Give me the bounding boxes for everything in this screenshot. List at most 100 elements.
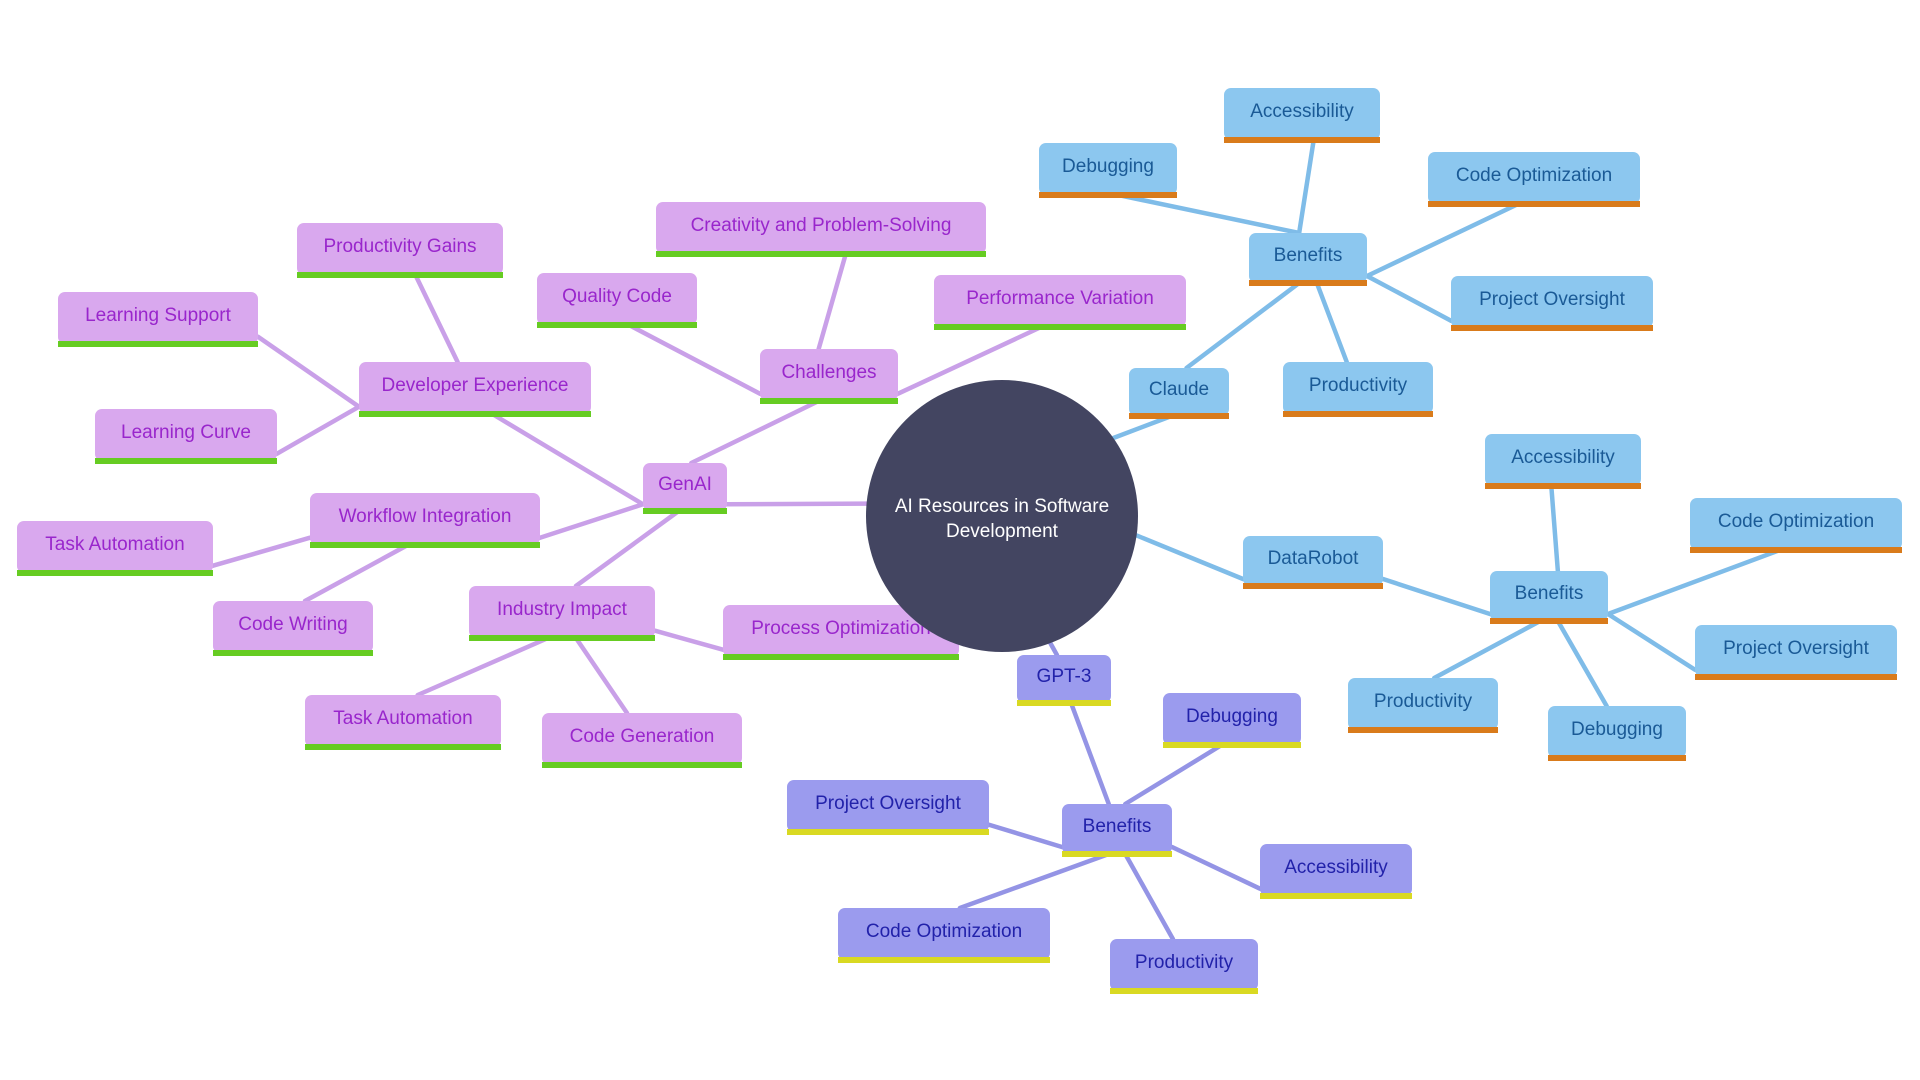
node-label: Accessibility: [1511, 447, 1615, 468]
node-underline: [1428, 201, 1640, 207]
node-label: GPT-3: [1037, 666, 1092, 687]
node-learn_curve[interactable]: Learning Curve: [95, 409, 277, 464]
node-creativity[interactable]: Creativity and Problem-Solving: [656, 202, 986, 257]
node-code_writing[interactable]: Code Writing: [213, 601, 373, 656]
edge-b_benefits-to-b_codeopt: [1364, 201, 1521, 279]
node-b_codeopt[interactable]: Code Optimization: [1428, 152, 1640, 207]
node-genai[interactable]: GenAI: [643, 463, 727, 514]
node-d_benefits[interactable]: Benefits: [1490, 571, 1608, 624]
mind-map-canvas: GenAI Developer Experience Productivity Ga…: [17, 88, 1902, 994]
node-underline: [1695, 674, 1897, 680]
node-label: Learning Support: [85, 305, 231, 326]
node-g_prod[interactable]: Productivity: [1110, 939, 1258, 994]
node-underline: [213, 650, 373, 656]
center-label-line-2: Development: [946, 521, 1059, 542]
node-g_access[interactable]: Accessibility: [1260, 844, 1412, 899]
edge-center-to-claude: [1111, 413, 1174, 441]
node-underline: [542, 762, 742, 768]
edge-genai-to-workflow: [537, 502, 646, 540]
node-underline: [1163, 742, 1301, 748]
node-label: Developer Experience: [382, 375, 569, 396]
node-label: Debugging: [1186, 706, 1278, 727]
node-label: Performance Variation: [966, 288, 1154, 309]
edge-b_benefits-to-b_prod: [1314, 280, 1349, 365]
node-label: GenAI: [658, 474, 712, 495]
node-label: Debugging: [1571, 719, 1663, 740]
edge-center-to-datarobot: [1134, 533, 1246, 582]
node-label: Process Optimization: [751, 618, 931, 639]
node-b_prod[interactable]: Productivity: [1283, 362, 1433, 417]
node-label: Learning Curve: [121, 422, 251, 443]
node-d_prod[interactable]: Productivity: [1348, 678, 1498, 733]
node-d_codeopt[interactable]: Code Optimization: [1690, 498, 1902, 553]
edge-center-to-gpt3: [1048, 640, 1060, 658]
node-datarobot[interactable]: DataRobot: [1243, 536, 1383, 589]
node-learn_support[interactable]: Learning Support: [58, 292, 258, 347]
edge-dev_exp-to-learn_curve: [274, 404, 362, 456]
node-d_proj[interactable]: Project Oversight: [1695, 625, 1897, 680]
node-label: Creativity and Problem-Solving: [691, 215, 952, 236]
node-g_debug[interactable]: Debugging: [1163, 693, 1301, 748]
node-label: Code Optimization: [1456, 165, 1612, 186]
node-underline: [359, 411, 591, 417]
edge-challenges-to-quality_code: [626, 322, 763, 396]
node-underline: [1110, 988, 1258, 994]
node-b_debug[interactable]: Debugging: [1039, 143, 1177, 198]
edge-d_benefits-to-d_codeopt: [1605, 547, 1783, 617]
node-d_access[interactable]: Accessibility: [1485, 434, 1641, 489]
node-label: Accessibility: [1250, 101, 1354, 122]
edge-genai-to-challenges: [689, 398, 821, 466]
node-underline: [760, 398, 898, 404]
node-industry[interactable]: Industry Impact: [469, 586, 655, 641]
edge-g_benefits-to-g_prod: [1123, 851, 1176, 942]
edge-claude-to-b_benefits: [1184, 280, 1302, 371]
node-claude[interactable]: Claude: [1129, 368, 1229, 419]
node-label: Industry Impact: [497, 599, 628, 620]
node-gpt3[interactable]: GPT-3: [1017, 655, 1111, 706]
node-task_auto_2[interactable]: Task Automation: [305, 695, 501, 750]
node-underline: [1485, 483, 1641, 489]
node-d_debug[interactable]: Debugging: [1548, 706, 1686, 761]
node-challenges[interactable]: Challenges: [760, 349, 898, 404]
node-underline: [17, 570, 213, 576]
node-underline: [1490, 618, 1608, 624]
edge-genai-to-dev_exp: [490, 411, 646, 507]
node-underline: [1690, 547, 1902, 553]
node-b_benefits[interactable]: Benefits: [1249, 233, 1367, 286]
edge-datarobot-to-d_benefits: [1380, 576, 1493, 617]
node-code_gen[interactable]: Code Generation: [542, 713, 742, 768]
node-quality_code[interactable]: Quality Code: [537, 273, 697, 328]
edge-workflow-to-task_auto_1: [210, 535, 313, 568]
edge-g_benefits-to-g_debug: [1123, 742, 1224, 807]
node-g_proj[interactable]: Project Oversight: [787, 780, 989, 835]
node-label: Benefits: [1083, 816, 1152, 837]
node-label: Project Oversight: [1723, 638, 1869, 659]
node-workflow[interactable]: Workflow Integration: [310, 493, 540, 548]
edge-g_benefits-to-g_proj: [986, 822, 1065, 850]
node-underline: [1243, 583, 1383, 589]
node-label: Claude: [1149, 379, 1209, 400]
node-g_benefits[interactable]: Benefits: [1062, 804, 1172, 857]
node-g_codeopt[interactable]: Code Optimization: [838, 908, 1050, 963]
node-b_access[interactable]: Accessibility: [1224, 88, 1380, 143]
edge-g_benefits-to-g_access: [1169, 844, 1263, 891]
node-label: Project Oversight: [815, 793, 961, 814]
edge-b_benefits-to-b_debug: [1116, 192, 1302, 236]
node-b_proj[interactable]: Project Oversight: [1451, 276, 1653, 331]
node-perf_var[interactable]: Performance Variation: [934, 275, 1186, 330]
node-underline: [838, 957, 1050, 963]
node-underline: [537, 322, 697, 328]
node-dev_exp[interactable]: Developer Experience: [359, 362, 591, 417]
node-underline: [297, 272, 503, 278]
node-label: Workflow Integration: [339, 506, 512, 527]
center-node[interactable]: AI Resources in Software Development: [866, 380, 1138, 652]
edge-gpt3-to-g_benefits: [1068, 700, 1111, 807]
node-underline: [643, 508, 727, 514]
node-label: Code Optimization: [1718, 511, 1874, 532]
node-prod_gains[interactable]: Productivity Gains: [297, 223, 503, 278]
node-task_auto_1[interactable]: Task Automation: [17, 521, 213, 576]
node-underline: [1249, 280, 1367, 286]
node-label: Productivity Gains: [323, 236, 476, 257]
edge-industry-to-process_opt: [652, 628, 726, 652]
node-label: Task Automation: [45, 534, 184, 555]
